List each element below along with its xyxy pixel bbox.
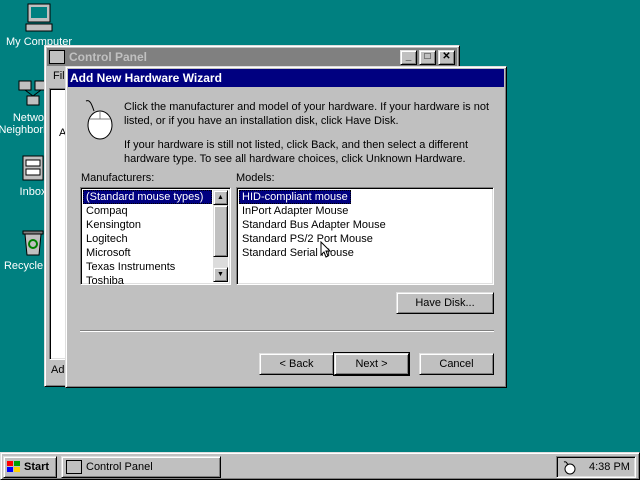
list-item-manufacturer[interactable]: Microsoft [83, 246, 228, 260]
back-button[interactable]: < Back [259, 353, 334, 375]
models-list[interactable]: HID-compliant mouse InPort Adapter Mouse… [236, 187, 494, 285]
minimize-button[interactable]: _ [400, 49, 417, 65]
wizard-titlebar[interactable]: Add New Hardware Wizard [68, 69, 504, 87]
scroll-down-button[interactable]: ▼ [213, 267, 228, 282]
scroll-up-button[interactable]: ▲ [213, 190, 228, 205]
manufacturers-scrollbar[interactable]: ▲ ▼ [213, 190, 228, 282]
maximize-button[interactable]: □ [419, 49, 436, 65]
list-item-manufacturer[interactable]: Logitech [83, 232, 228, 246]
next-button[interactable]: Next > [333, 352, 410, 376]
taskbar-button-control-panel[interactable]: Control Panel [61, 456, 221, 478]
list-item-manufacturer[interactable]: (Standard mouse types) [83, 190, 212, 204]
list-item-manufacturer[interactable]: Toshiba [83, 274, 228, 284]
wizard-separator [80, 330, 494, 332]
control-panel-titlebar[interactable]: Control Panel _ □ ✕ [47, 48, 457, 66]
control-panel-icon [66, 460, 82, 474]
start-button[interactable]: Start [3, 456, 57, 478]
taskbar: Start Control Panel 4:38 PM [0, 452, 640, 480]
list-item-manufacturer[interactable]: Compaq [83, 204, 228, 218]
system-tray: 4:38 PM [556, 456, 636, 478]
add-hardware-wizard-dialog[interactable]: Add New Hardware Wizard Click the manufa… [65, 66, 507, 388]
manufacturers-list[interactable]: (Standard mouse types) Compaq Kensington… [80, 187, 231, 285]
cancel-button[interactable]: Cancel [419, 353, 494, 375]
close-button[interactable]: ✕ [438, 49, 455, 65]
clock[interactable]: 4:38 PM [589, 461, 630, 473]
list-item-model[interactable]: Standard PS/2 Port Mouse [239, 232, 491, 246]
have-disk-button[interactable]: Have Disk... [396, 292, 494, 314]
instruction-text-2: If your hardware is still not listed, cl… [124, 139, 469, 165]
instruction-text-1: Click the manufacturer and model of your… [124, 101, 490, 127]
windows-logo-icon [7, 461, 21, 473]
hardware-tray-icon[interactable] [561, 459, 577, 475]
list-item-model[interactable]: HID-compliant mouse [239, 190, 351, 204]
start-label: Start [24, 461, 50, 473]
control-panel-icon [49, 50, 65, 64]
list-item-model[interactable]: InPort Adapter Mouse [239, 204, 491, 218]
desktop-icon-my-computer[interactable]: My Computer [2, 2, 76, 48]
list-item-model[interactable]: Standard Serial Mouse [239, 246, 491, 260]
list-item-manufacturer[interactable]: Texas Instruments [83, 260, 228, 274]
scroll-thumb[interactable] [213, 205, 228, 257]
wizard-title: Add New Hardware Wizard [70, 71, 222, 85]
manufacturers-label: Manufacturers: [81, 172, 155, 184]
list-item-model[interactable]: Standard Bus Adapter Mouse [239, 218, 491, 232]
list-item-manufacturer[interactable]: Kensington [83, 218, 228, 232]
control-panel-title: Control Panel [69, 50, 148, 64]
taskbar-button-label: Control Panel [86, 461, 153, 473]
mouse-pointer-icon [320, 240, 332, 259]
computer-icon [23, 2, 55, 34]
mouse-icon [76, 97, 116, 141]
models-label: Models: [236, 172, 275, 184]
